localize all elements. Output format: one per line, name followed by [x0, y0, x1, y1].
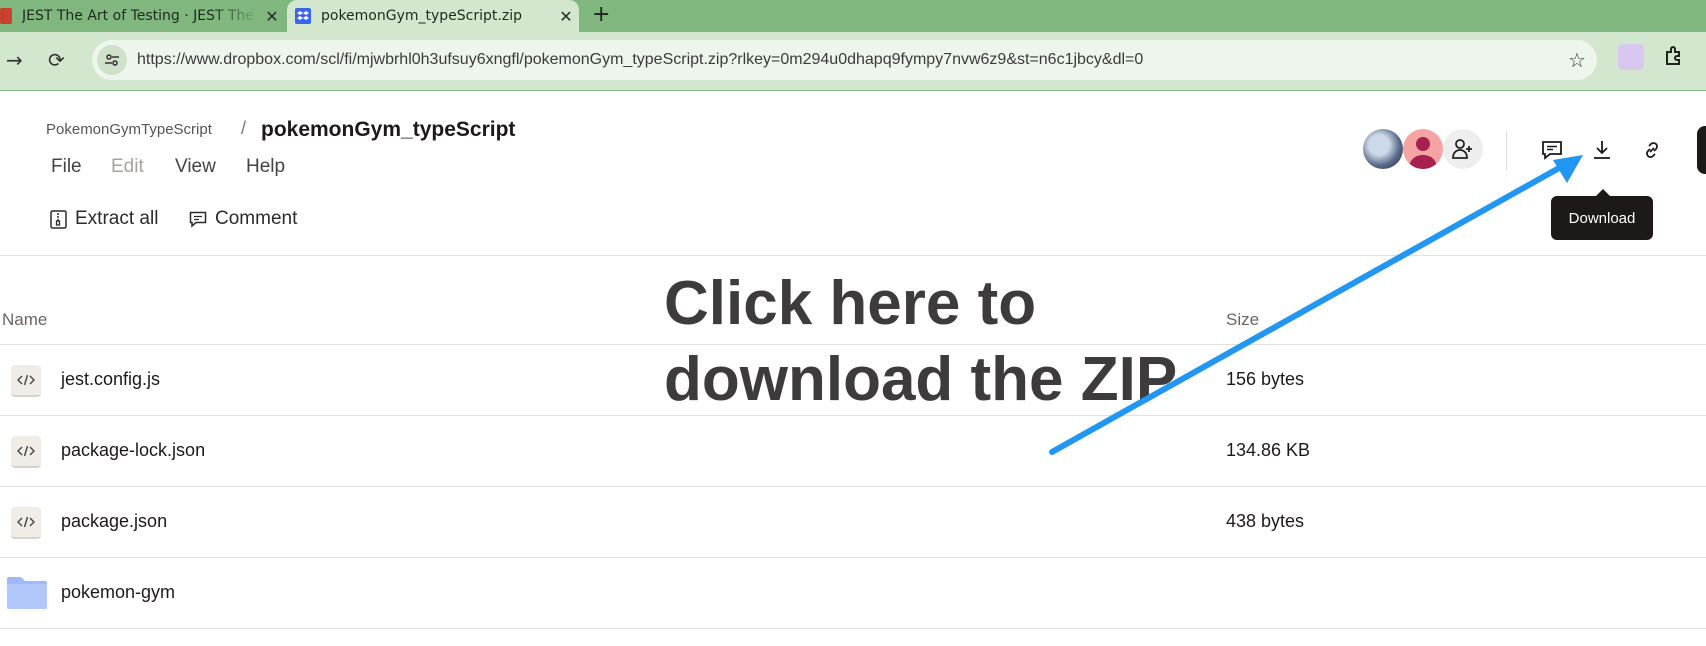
- toolbar-divider: [1506, 130, 1507, 170]
- close-tab-icon[interactable]: ✕: [553, 7, 579, 26]
- annotation-text: Click here to download the ZIP: [664, 266, 1177, 418]
- extensions-puzzle-icon[interactable]: [1663, 44, 1689, 70]
- annotation-line-1: Click here to: [664, 269, 1037, 338]
- menu-view[interactable]: View: [175, 156, 216, 178]
- comment-button[interactable]: Comment: [189, 208, 297, 230]
- avatar[interactable]: [1363, 129, 1403, 169]
- comment-icon: [189, 211, 207, 228]
- comment-toolbar-icon[interactable]: [1537, 135, 1567, 165]
- page-title: pokemonGym_typeScript: [261, 118, 516, 141]
- comment-label: Comment: [215, 208, 298, 229]
- download-tooltip: Download: [1551, 189, 1653, 240]
- breadcrumb-separator: /: [241, 118, 247, 138]
- new-tab-button[interactable]: +: [592, 2, 610, 27]
- share-button[interactable]: [1697, 126, 1706, 174]
- code-file-icon: [11, 507, 41, 539]
- browser-tab-dropbox[interactable]: pokemonGym_typeScript.zip ✕: [287, 0, 579, 32]
- table-row[interactable]: pokemon-gym: [0, 558, 1706, 629]
- url-text[interactable]: https://www.dropbox.com/scl/fi/mjwbrhl0h…: [137, 51, 1557, 69]
- address-bar[interactable]: https://www.dropbox.com/scl/fi/mjwbrhl0h…: [92, 40, 1597, 80]
- table-row[interactable]: package.json 438 bytes: [0, 487, 1706, 558]
- folder-icon: [7, 575, 47, 614]
- file-name[interactable]: package.json: [61, 511, 167, 532]
- zip-icon: [50, 209, 67, 229]
- menu-help[interactable]: Help: [246, 156, 285, 178]
- extract-all-button[interactable]: Extract all: [50, 208, 158, 230]
- tab-title: pokemonGym_typeScript.zip: [321, 8, 522, 24]
- code-file-icon: [11, 365, 41, 397]
- copy-link-icon[interactable]: [1637, 135, 1667, 165]
- avatar[interactable]: [1403, 129, 1443, 169]
- browser-toolbar: → ⟳ https://www.dropbox.com/scl/fi/mjwbr…: [0, 32, 1706, 91]
- folder-name[interactable]: pokemon-gym: [61, 582, 175, 603]
- file-name[interactable]: jest.config.js: [61, 369, 160, 390]
- column-header-size[interactable]: Size: [1226, 310, 1259, 330]
- annotation-line-2: download the ZIP: [664, 345, 1178, 414]
- menu-file[interactable]: File: [51, 156, 82, 178]
- header-divider: [0, 255, 1706, 256]
- dropbox-favicon-icon: [295, 8, 311, 24]
- jest-favicon-icon: [0, 8, 12, 24]
- browser-tab-jest[interactable]: JEST The Art of Testing · JEST The Art o…: [0, 0, 285, 32]
- bookmark-star-icon[interactable]: ☆: [1557, 48, 1597, 73]
- browser-tab-bar: JEST The Art of Testing · JEST The Art o…: [0, 0, 1706, 32]
- extension-icon[interactable]: [1618, 44, 1644, 70]
- forward-arrow-icon[interactable]: →: [6, 48, 23, 72]
- file-name[interactable]: package-lock.json: [61, 440, 205, 461]
- file-size: 156 bytes: [1226, 369, 1305, 389]
- download-icon[interactable]: [1587, 135, 1617, 165]
- breadcrumb-parent[interactable]: PokemonGymTypeScript: [46, 121, 212, 138]
- extract-all-label: Extract all: [75, 208, 159, 229]
- reload-icon[interactable]: ⟳: [48, 48, 65, 72]
- close-tab-icon[interactable]: ✕: [259, 7, 285, 26]
- file-size: 438 bytes: [1226, 511, 1305, 531]
- site-settings-icon[interactable]: [97, 45, 127, 75]
- table-row[interactable]: package-lock.json 134.86 KB: [0, 416, 1706, 487]
- file-size: 134.86 KB: [1226, 440, 1311, 460]
- menu-edit: Edit: [111, 156, 144, 177]
- column-header-name[interactable]: Name: [2, 310, 47, 330]
- code-file-icon: [11, 436, 41, 468]
- share-people-icon[interactable]: [1443, 129, 1483, 169]
- tab-title: JEST The Art of Testing · JEST The Art o…: [22, 8, 259, 24]
